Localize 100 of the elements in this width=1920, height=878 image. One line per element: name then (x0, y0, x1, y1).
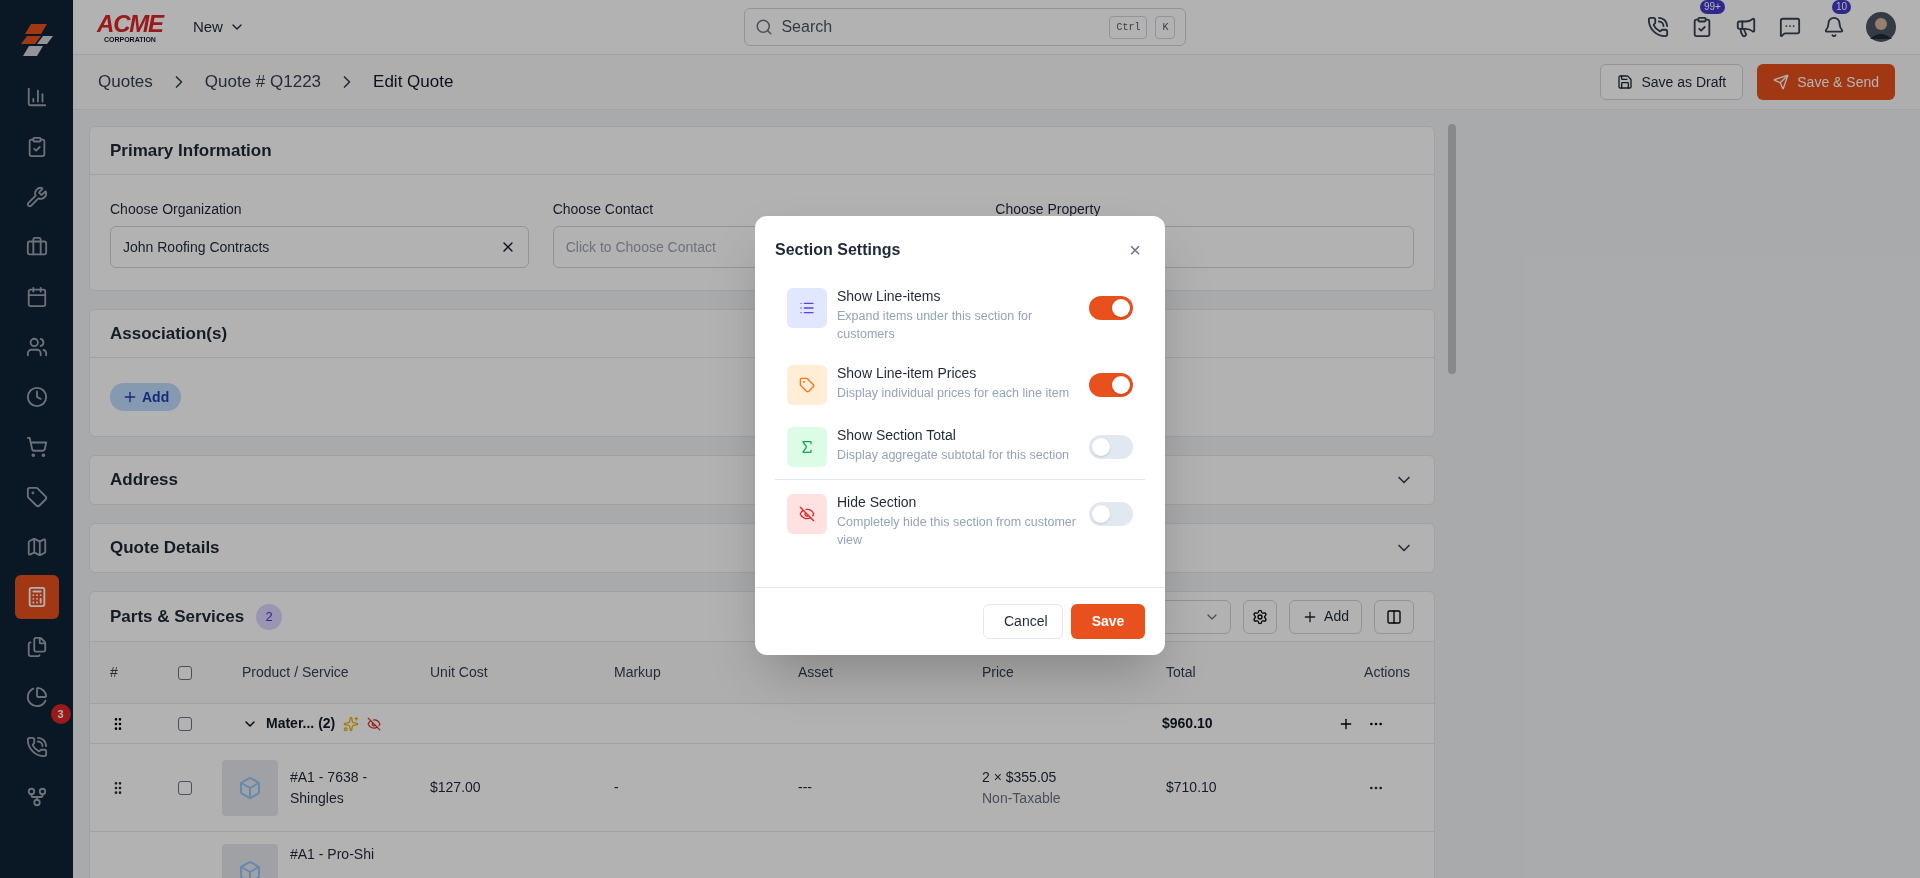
breadcrumb-item[interactable]: Quotes (98, 69, 153, 95)
column-header: Unit Cost (430, 664, 488, 680)
option-title: Hide Section (837, 493, 918, 512)
pie-chart-icon (25, 686, 48, 708)
hidden-icon (787, 494, 827, 534)
section-title: Primary Information (110, 139, 272, 162)
section-title: Parts & Services (110, 605, 245, 628)
option-description: Expand items under this section for customers (837, 308, 1034, 343)
group-name: Mater... (2) (266, 714, 336, 733)
save-draft-button[interactable]: Save as Draft (1600, 64, 1744, 100)
toggle-switch[interactable] (1089, 373, 1133, 397)
avatar[interactable] (1866, 12, 1896, 42)
cube-icon (238, 860, 262, 878)
cancel-button[interactable]: Cancel (983, 604, 1063, 639)
breadcrumb-item[interactable]: Quote # Q1223 (204, 69, 322, 95)
table-cell: - (614, 779, 619, 795)
section-title: Quote Details (110, 537, 220, 560)
plus-icon (122, 389, 138, 405)
logo-text: ACME (97, 11, 163, 36)
add-button[interactable]: Add (1289, 599, 1362, 634)
hidden-icon (367, 716, 382, 731)
phone-icon (25, 736, 48, 758)
count-badge: 2 (256, 603, 283, 630)
scrollbar[interactable] (1448, 124, 1456, 374)
briefcase-icon (25, 236, 48, 258)
sparkle-icon (343, 715, 360, 732)
price-quantity: 2 × $355.05 (982, 767, 1058, 787)
field-placeholder: Click to Choose Contact (565, 237, 716, 257)
checkbox[interactable] (178, 716, 192, 731)
field-label: Choose Organization (110, 200, 243, 219)
add-button[interactable]: Add (110, 383, 182, 411)
section-title: Address (110, 469, 179, 492)
field-value: John Roofing Contracts (123, 237, 271, 257)
column-header: Price (982, 664, 1014, 680)
sidebar-item[interactable] (14, 575, 59, 619)
table-cell: $710.10 (1166, 779, 1217, 795)
list-icon (787, 288, 827, 328)
toolbar-button[interactable] (1734, 15, 1758, 39)
cart-icon (25, 436, 48, 458)
option-title: Show Line-item Prices (837, 364, 978, 383)
breadcrumb-item: Edit Quote (373, 71, 454, 94)
columns-button[interactable] (1374, 599, 1414, 634)
field-label: Choose Contact (552, 200, 655, 219)
search-field[interactable]: Search Ctrl K (744, 8, 1187, 46)
toolbar-button[interactable] (1778, 15, 1802, 39)
column-header: Product / Service (242, 664, 349, 680)
toggle-switch[interactable] (1089, 435, 1133, 459)
fork-icon (25, 786, 48, 808)
select-field[interactable]: John Roofing Contracts (110, 226, 529, 268)
columns-icon (1386, 608, 1402, 625)
option-description: Completely hide this section from customer view (837, 514, 1077, 549)
column-header: Total (1166, 664, 1196, 680)
toolbar-button[interactable] (1822, 15, 1846, 39)
table-cell: $127.00 (430, 779, 481, 795)
chat-icon (1779, 16, 1801, 38)
column-header: # (110, 664, 118, 680)
group-total: $960.10 (1162, 715, 1213, 731)
checkbox[interactable] (178, 780, 192, 795)
search-icon (755, 18, 774, 36)
save-button[interactable]: Save (1071, 604, 1145, 639)
column-header: Markup (614, 664, 661, 680)
keyboard-key: Ctrl (1109, 15, 1148, 39)
settings-icon (1252, 608, 1269, 625)
tools-icon (25, 186, 48, 208)
keyboard-key: K (1155, 15, 1176, 39)
notification-icon (1823, 16, 1845, 38)
dialog-title: Section Settings (775, 240, 901, 260)
settings-button[interactable] (1243, 599, 1278, 634)
product-name[interactable]: #A1 - Pro-Shi (290, 844, 375, 865)
checkbox[interactable] (178, 665, 192, 680)
files-icon (25, 636, 48, 658)
option-description: Display individual prices for each line item (837, 385, 1071, 402)
tag-icon (787, 365, 827, 405)
close-button[interactable]: × (1125, 240, 1145, 260)
option-title: Show Section Total (837, 426, 957, 445)
count-badge: 10 (1832, 0, 1852, 14)
product-name[interactable]: #A1 - 7638 - Shingles (290, 766, 390, 809)
count-badge: 99+ (1700, 0, 1725, 14)
search-input[interactable]: Search (781, 15, 1102, 39)
clipboard-icon (1691, 16, 1713, 38)
field-label: Choose Property (995, 200, 1102, 219)
new-menu[interactable]: New (192, 15, 245, 39)
toggle-switch[interactable] (1089, 502, 1133, 526)
map-icon (25, 536, 48, 558)
section-title: Association(s) (110, 322, 228, 345)
sigma-icon (787, 427, 827, 467)
cube-icon (238, 775, 262, 800)
megaphone-icon (1735, 16, 1757, 38)
save-icon (1617, 74, 1634, 90)
notification-badge: 3 (50, 704, 71, 724)
users-icon (25, 336, 48, 358)
option-description: Display aggregate subtotal for this section (837, 447, 1071, 464)
column-header: Actions (1364, 664, 1410, 680)
toolbar-button[interactable] (1646, 15, 1670, 39)
tag-icon (25, 486, 48, 508)
column-header: Asset (798, 664, 833, 680)
toggle-switch[interactable] (1089, 296, 1133, 320)
clock-icon (25, 386, 48, 408)
bar-chart-icon (25, 86, 48, 108)
phone-icon (1647, 16, 1669, 38)
